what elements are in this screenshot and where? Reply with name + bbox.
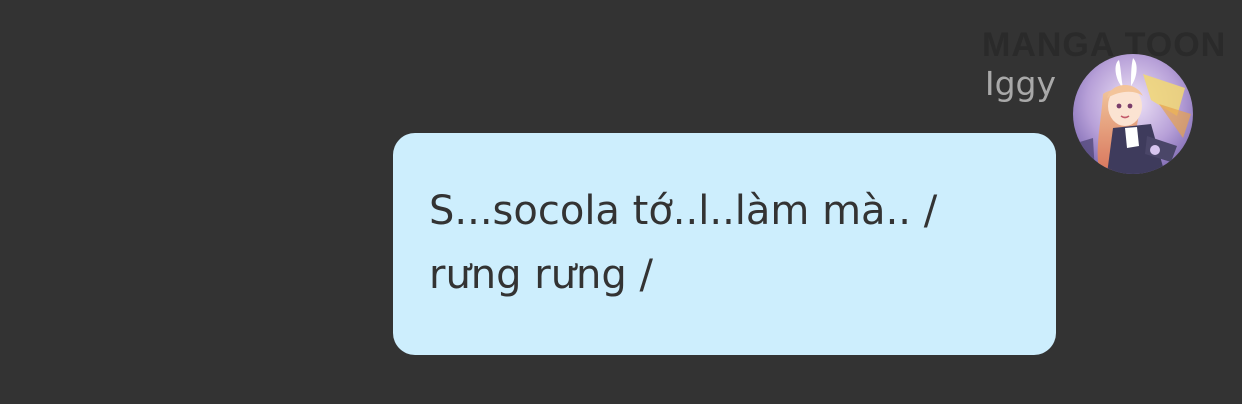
avatar[interactable]: [1073, 54, 1193, 174]
message-text: S...socola tớ..l..làm mà.. / rưng rưng /: [429, 188, 938, 298]
chat-screen: MANGA TOON Iggy S...socola tớ..l..làm mà…: [0, 0, 1242, 404]
anime-character-avatar-icon: [1073, 54, 1193, 174]
sender-name: Iggy: [984, 64, 1056, 103]
watermark: MANGA TOON: [982, 26, 1227, 64]
message-bubble[interactable]: S...socola tớ..l..làm mà.. / rưng rưng /: [393, 133, 1056, 355]
